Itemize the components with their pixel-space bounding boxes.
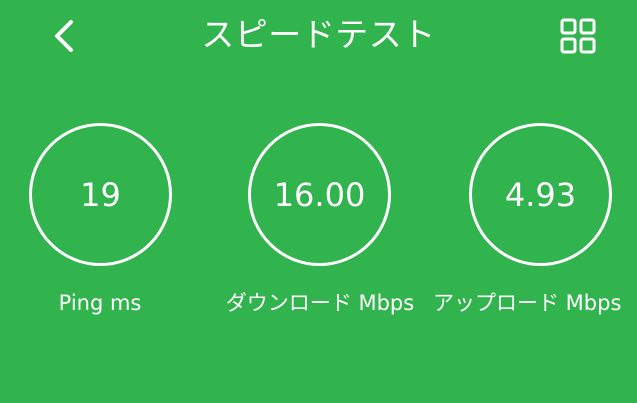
download-value: 16.00 [273, 176, 366, 214]
ping-label: Ping ms [58, 291, 142, 315]
speed-test-screen: スピードテスト 19 Ping ms 16.00 ダウンロード Mbps 4.9… [0, 0, 637, 403]
ping-value: 19 [80, 176, 121, 214]
upload-label: アップロード Mbps [433, 291, 622, 315]
grid-icon [560, 18, 596, 54]
page-title: スピードテスト [201, 15, 436, 54]
header: スピードテスト [0, 0, 637, 75]
grid-view-button[interactable] [556, 14, 600, 58]
download-label: ダウンロード Mbps [225, 291, 415, 315]
upload-value: 4.93 [504, 176, 577, 214]
